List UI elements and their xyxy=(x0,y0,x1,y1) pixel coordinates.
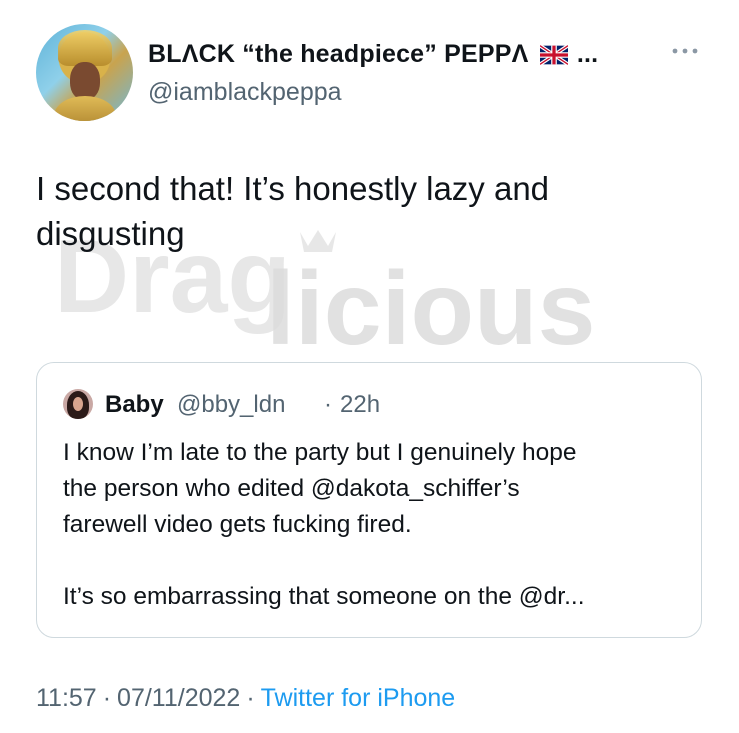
quoted-text-line: I know I’m late to the party but I genui… xyxy=(63,439,577,466)
quoted-timestamp[interactable]: 22h xyxy=(340,391,380,419)
tweet-text: I second that! It’s honestly lazy and di… xyxy=(36,166,696,256)
tweet-footer: 11:57 · 07/11/2022 · Twitter for iPhone xyxy=(36,684,455,713)
name-truncation: ... xyxy=(576,40,599,68)
footer-separator: · xyxy=(102,684,112,712)
author-display-name[interactable]: BLΛCK “the headpiece” PEPPΛ ... xyxy=(148,40,598,69)
watermark-part2: licious xyxy=(266,251,595,362)
quoted-avatar-face xyxy=(73,397,83,411)
quoted-text-line: the person who edited @dakota_schiffer’s xyxy=(63,475,520,502)
author-handle[interactable]: @iamblackpeppa xyxy=(148,78,342,107)
quoted-author-name[interactable]: Baby xyxy=(105,391,164,419)
quoted-separator: · xyxy=(324,391,332,418)
quoted-text-line: farewell video gets fucking fired. xyxy=(63,511,412,538)
quoted-tweet-card[interactable]: Baby @bby_ldn · 22h I know I’m late to t… xyxy=(36,362,702,638)
tweet-text-line: I second that! It’s honestly lazy and xyxy=(36,170,550,207)
tweet-header: BLΛCK “the headpiece” PEPPΛ ... @iamblac… xyxy=(36,24,706,124)
author-avatar[interactable] xyxy=(36,24,133,121)
quoted-author-handle[interactable]: @bby_ldn xyxy=(177,391,285,419)
more-icon[interactable] xyxy=(670,46,700,56)
tweet-date[interactable]: 07/11/2022 xyxy=(117,684,240,712)
tweet-source-link[interactable]: Twitter for iPhone xyxy=(261,684,456,712)
quoted-author-avatar[interactable] xyxy=(63,389,93,419)
tweet-time[interactable]: 11:57 xyxy=(36,684,97,712)
avatar-body xyxy=(54,96,116,121)
uk-flag-icon xyxy=(539,45,568,65)
quoted-text-line: It’s so embarrassing that someone on the… xyxy=(63,583,585,610)
footer-separator: · xyxy=(246,684,255,712)
tweet-text-line: disgusting xyxy=(36,215,185,252)
avatar-face xyxy=(70,62,100,100)
avatar-headpiece xyxy=(58,30,112,66)
author-name-text: BLΛCK “the headpiece” PEPPΛ xyxy=(148,40,529,68)
quoted-tweet-body: I know I’m late to the party but I genui… xyxy=(63,435,683,615)
